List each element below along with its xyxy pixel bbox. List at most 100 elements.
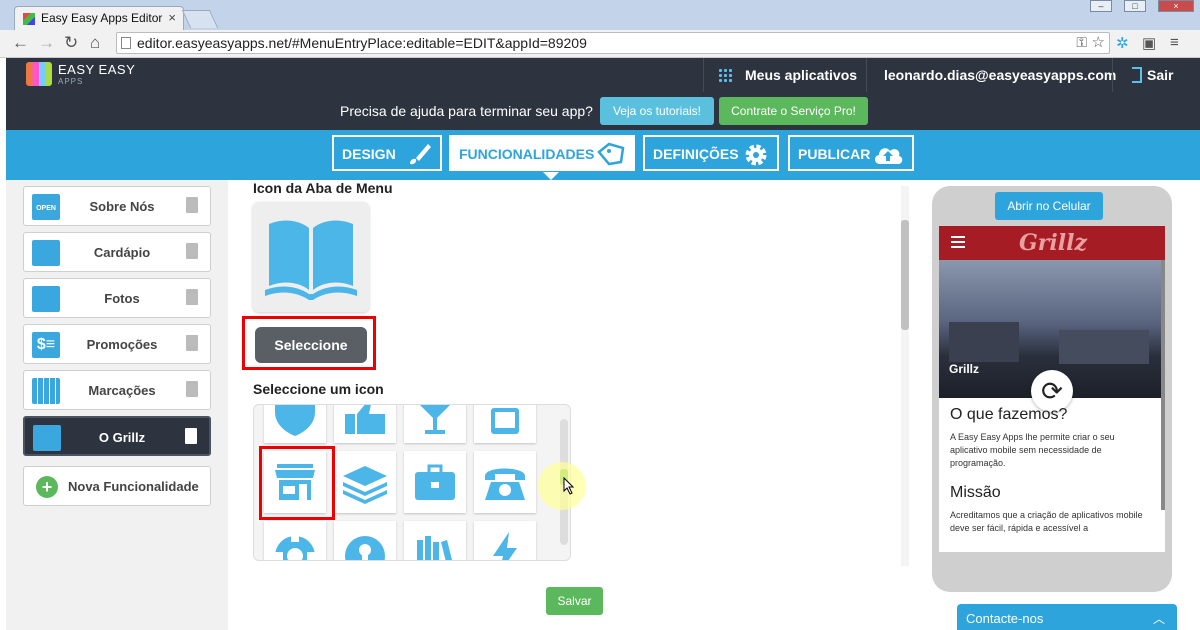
- tutorials-button[interactable]: Veja os tutoriais!: [600, 97, 714, 125]
- back-icon[interactable]: ←: [12, 33, 29, 53]
- my-apps-link[interactable]: Meus aplicativos: [745, 67, 857, 83]
- phone-app-header: Grillz: [939, 226, 1165, 260]
- book-icon: [33, 425, 61, 451]
- trash-icon[interactable]: [185, 428, 197, 444]
- brush-icon: [406, 142, 432, 172]
- favicon-icon: [23, 13, 35, 25]
- trash-icon[interactable]: [186, 289, 198, 305]
- user-email-link[interactable]: leonardo.dias@easyeasyapps.com: [884, 67, 1116, 83]
- help-text: Precisa de ajuda para terminar seu app?: [340, 103, 593, 119]
- new-tab-button[interactable]: [181, 10, 219, 28]
- editor-scroll-thumb[interactable]: [901, 220, 909, 330]
- key-icon[interactable]: ⚿: [1076, 34, 1087, 51]
- add-feature-button[interactable]: + Nova Funcionalidade: [23, 466, 211, 506]
- sidebar-item-promocoes[interactable]: $≡ Promoções: [23, 324, 211, 364]
- icon-option-shield[interactable]: [264, 405, 326, 443]
- close-tab-icon[interactable]: ×: [168, 10, 176, 25]
- active-tab-pointer: [543, 172, 559, 180]
- maximize-icon[interactable]: □: [1124, 0, 1146, 12]
- tab-definicoes[interactable]: DEFINIÇÕES: [643, 135, 779, 171]
- logout-link[interactable]: Sair: [1147, 67, 1173, 83]
- trash-icon[interactable]: [186, 335, 198, 351]
- sidebar-item-marcacoes[interactable]: Marcações: [23, 370, 211, 410]
- browser-toolbar: ← → ↻ ⌂ editor.easyeasyapps.net/#MenuEnt…: [0, 30, 1200, 58]
- contact-label: Contacte-nos: [966, 611, 1044, 626]
- trash-icon[interactable]: [186, 381, 198, 397]
- selected-icon-preview: [253, 202, 369, 312]
- highlight-store-icon: [259, 446, 335, 520]
- help-bar: Precisa de ajuda para terminar seu app? …: [6, 92, 1200, 130]
- icon-option-lightning[interactable]: [474, 521, 536, 560]
- sidebar-item-sobre-nos[interactable]: OPEN Sobre Nós: [23, 186, 211, 226]
- tab-label: DEFINIÇÕES: [653, 146, 739, 162]
- logo-icon[interactable]: [26, 62, 52, 86]
- page-icon: [121, 37, 131, 49]
- editor-panel: Icon da Aba de Menu Seleccione Seleccion…: [228, 180, 918, 630]
- briefcase-icon: [415, 464, 455, 500]
- tab-publicar[interactable]: PUBLICAR: [788, 135, 914, 171]
- book-icon: [32, 240, 60, 266]
- icon-option-thumbs-up[interactable]: [334, 405, 396, 443]
- logout-icon: [1132, 67, 1142, 83]
- icon-option-telephone[interactable]: [474, 451, 536, 513]
- calendar-icon: [32, 378, 60, 404]
- browser-tab-bar: Easy Easy Apps Editor × – □ ×: [0, 0, 1200, 30]
- shield-icon: [275, 405, 315, 436]
- sidebar-item-fotos[interactable]: Fotos: [23, 278, 211, 318]
- trash-icon[interactable]: [186, 243, 198, 259]
- sidebar-item-label: Promoções: [86, 337, 158, 352]
- tab-label: DESIGN: [342, 146, 396, 162]
- plus-icon: +: [36, 476, 58, 498]
- icon-option-library[interactable]: [404, 521, 466, 560]
- contact-us-widget[interactable]: Contacte-nos ︿: [957, 604, 1177, 630]
- tab-label: PUBLICAR: [798, 146, 871, 162]
- minimize-icon[interactable]: –: [1090, 0, 1112, 12]
- address-bar[interactable]: editor.easyeasyapps.net/#MenuEntryPlace:…: [116, 32, 1110, 54]
- tablet-icon: [491, 408, 519, 434]
- select-icon-button[interactable]: Seleccione: [255, 327, 367, 363]
- home-icon[interactable]: ⌂: [90, 33, 100, 53]
- thumbs-up-icon: [345, 405, 385, 434]
- reload-icon[interactable]: ↻: [64, 33, 78, 53]
- editor-scrollbar[interactable]: [901, 186, 909, 566]
- url-text: editor.easyeasyapps.net/#MenuEntryPlace:…: [137, 35, 587, 51]
- tab-icon-heading: Icon da Aba de Menu: [253, 180, 393, 196]
- icon-option-tablet[interactable]: [474, 405, 536, 443]
- hamburger-icon[interactable]: [951, 236, 965, 248]
- hero-photo: Grillz ⟳: [939, 260, 1161, 412]
- icon-option-layers[interactable]: [334, 451, 396, 513]
- menu-icon[interactable]: ≡: [1170, 34, 1179, 51]
- logo-subtext: APPS: [58, 77, 84, 86]
- close-window-icon[interactable]: ×: [1158, 0, 1194, 12]
- icon-option-cocktail[interactable]: [404, 405, 466, 443]
- forward-icon[interactable]: →: [38, 33, 55, 53]
- gear-icon: [743, 142, 769, 174]
- mouse-pointer-icon: [563, 477, 575, 495]
- pro-service-button[interactable]: Contrate o Serviço Pro!: [719, 97, 868, 125]
- phone-scrollbar[interactable]: [1161, 260, 1165, 510]
- tab-design[interactable]: DESIGN: [332, 135, 442, 171]
- sidebar-item-cardapio[interactable]: Cardápio: [23, 232, 211, 272]
- section-text: Acreditamos que a criação de aplicativos…: [950, 510, 1143, 533]
- book-icon: [265, 220, 357, 300]
- browser-tab[interactable]: Easy Easy Apps Editor ×: [14, 6, 184, 30]
- save-button[interactable]: Salvar: [546, 587, 603, 615]
- library-icon: [417, 536, 452, 560]
- sidebar-item-label: Marcações: [88, 383, 156, 398]
- icon-option-lifebuoy[interactable]: [264, 521, 326, 560]
- icon-option-briefcase[interactable]: [404, 451, 466, 513]
- building-shape: [949, 322, 1019, 362]
- header-divider: [866, 58, 867, 92]
- open-on-phone-button[interactable]: Abrir no Celular: [995, 192, 1103, 220]
- star-icon[interactable]: ☆: [1092, 33, 1105, 51]
- trash-icon[interactable]: [186, 197, 198, 213]
- tab-funcionalidades[interactable]: FUNCIONALIDADES: [449, 135, 635, 171]
- section-title: O que fazemos?: [950, 406, 1068, 423]
- cast-icon[interactable]: ▣: [1142, 34, 1156, 52]
- select-icon-heading: Seleccione um icon: [253, 381, 384, 397]
- grid-icon: [718, 68, 732, 82]
- extension-icon[interactable]: ✲: [1116, 34, 1129, 52]
- sidebar-item-o-grillz[interactable]: O Grillz: [23, 416, 211, 456]
- icon-option-keyhole[interactable]: [334, 521, 396, 560]
- cursor-highlight: [538, 462, 586, 510]
